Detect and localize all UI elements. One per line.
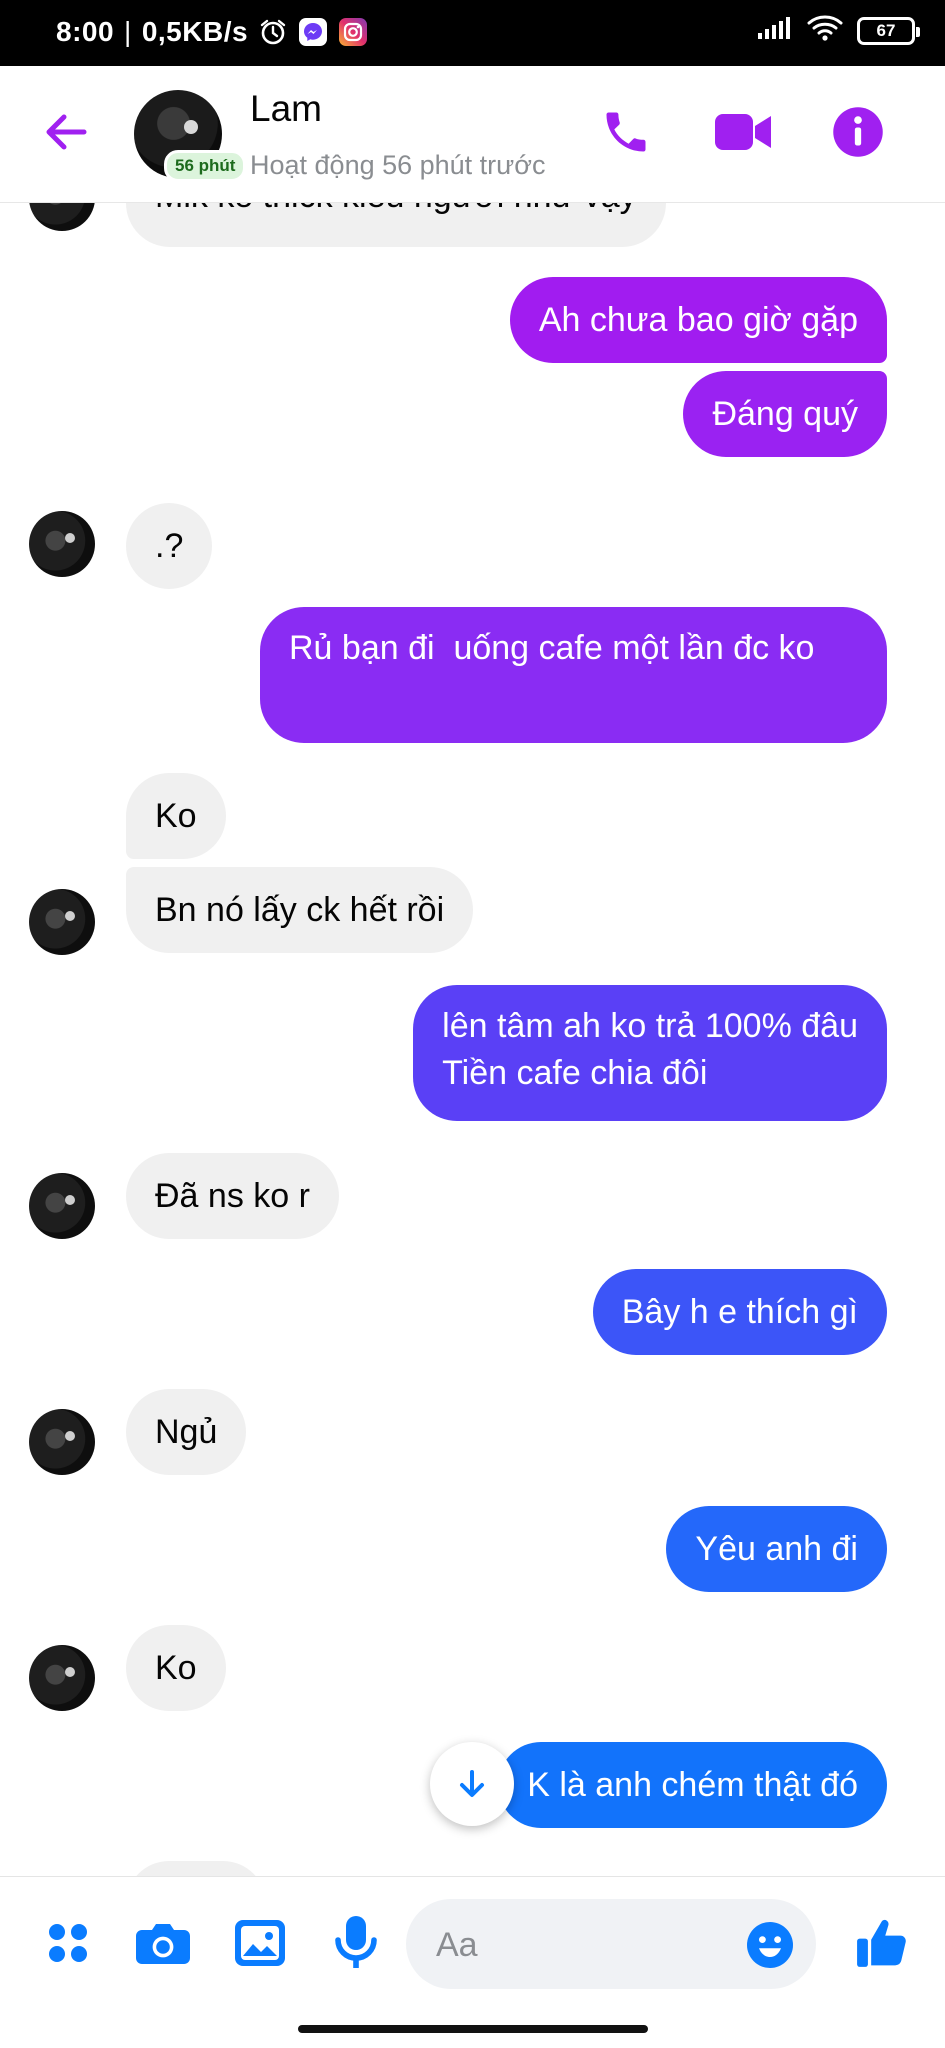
chat-header: 56 phút Lam Hoạt động 56 phút trước [0, 66, 945, 203]
status-left: 8:00 | 0,5KB/s [56, 16, 368, 48]
sender-avatar[interactable] [29, 889, 95, 955]
message-bubble-incoming[interactable]: Mik ko thick kiểu người như vậy [126, 203, 666, 247]
message-bubble-incoming-partial[interactable] [126, 1861, 266, 1876]
instagram-notification-icon [338, 17, 368, 47]
emoji-icon [747, 1922, 793, 1968]
status-network-speed: 0,5KB/s [141, 16, 249, 47]
message-bubble-outgoing[interactable]: K là anh chém thật đó [498, 1742, 887, 1828]
battery-indicator: 67 [857, 16, 920, 45]
message-bubble-outgoing[interactable]: Ah chưa bao giờ gặp [509, 277, 887, 363]
message-bubble-incoming[interactable]: Ko [126, 773, 226, 859]
thumbs-up-icon [857, 1919, 906, 1967]
sender-avatar[interactable] [29, 1409, 95, 1475]
message-bubble-incoming[interactable]: Đã ns ko r [126, 1153, 339, 1239]
message-bubble-outgoing[interactable]: Bây h e thích gì [592, 1269, 887, 1355]
voice-message-button[interactable] [328, 1915, 384, 1971]
message-input[interactable] [434, 1899, 738, 1991]
more-actions-button[interactable] [40, 1915, 96, 1971]
sender-avatar[interactable] [29, 1173, 95, 1239]
video-call-button[interactable] [714, 102, 774, 162]
image-icon [235, 1920, 285, 1966]
alarm-icon [258, 17, 288, 47]
voice-call-button[interactable] [596, 102, 656, 162]
back-arrow-icon [46, 114, 87, 150]
status-separator: | [124, 16, 132, 47]
status-bar: 8:00 | 0,5KB/s 67 [0, 0, 945, 66]
message-bubble-outgoing[interactable]: Đáng quý [683, 371, 887, 457]
message-bubble-incoming[interactable]: Bn nó lấy ck hết rồi [126, 867, 474, 953]
message-bubble-incoming[interactable]: .? [126, 503, 213, 589]
wifi-icon [807, 14, 843, 47]
back-button[interactable] [38, 104, 94, 160]
composer-bar [0, 1876, 945, 2007]
signal-icon [757, 15, 793, 46]
info-icon [833, 107, 883, 157]
message-input-wrapper [406, 1899, 816, 1991]
sender-avatar[interactable] [29, 1645, 95, 1711]
scroll-to-latest-button[interactable] [430, 1742, 514, 1826]
active-time-badge: 56 phút [164, 150, 247, 182]
message-bubble-outgoing[interactable]: lên tâm ah ko trả 100% đâu Tiền cafe chi… [413, 985, 887, 1121]
contact-name[interactable]: Lam [250, 88, 322, 130]
home-indicator[interactable] [298, 2025, 648, 2033]
status-right: 67 [757, 14, 920, 47]
message-bubble-incoming[interactable]: Ko [126, 1625, 226, 1711]
message-bubble-outgoing[interactable]: Yêu anh đi [666, 1506, 887, 1592]
conversation-info-button[interactable] [828, 102, 888, 162]
messenger-notification-icon [298, 17, 328, 47]
status-time: 8:00 [56, 16, 115, 47]
apps-icon [49, 1924, 87, 1962]
microphone-icon [335, 1916, 377, 1968]
message-bubble-outgoing[interactable]: Rủ bạn đi uống cafe một lần đc ko [260, 607, 887, 743]
gallery-button[interactable] [232, 1915, 288, 1971]
arrow-down-icon [460, 1770, 484, 1797]
camera-icon [136, 1924, 190, 1964]
active-status: Hoạt động 56 phút trước [250, 150, 546, 180]
message-list[interactable]: Mik ko thick kiểu người như vậy Ah chưa … [0, 203, 945, 1876]
sender-avatar[interactable] [29, 203, 95, 231]
video-icon [715, 114, 771, 150]
send-like-button[interactable] [854, 1915, 910, 1971]
camera-button[interactable] [135, 1915, 191, 1971]
message-bubble-incoming[interactable]: Ngủ [126, 1389, 247, 1475]
phone-icon [606, 112, 646, 152]
emoji-button[interactable] [746, 1921, 794, 1969]
sender-avatar[interactable] [29, 511, 95, 577]
